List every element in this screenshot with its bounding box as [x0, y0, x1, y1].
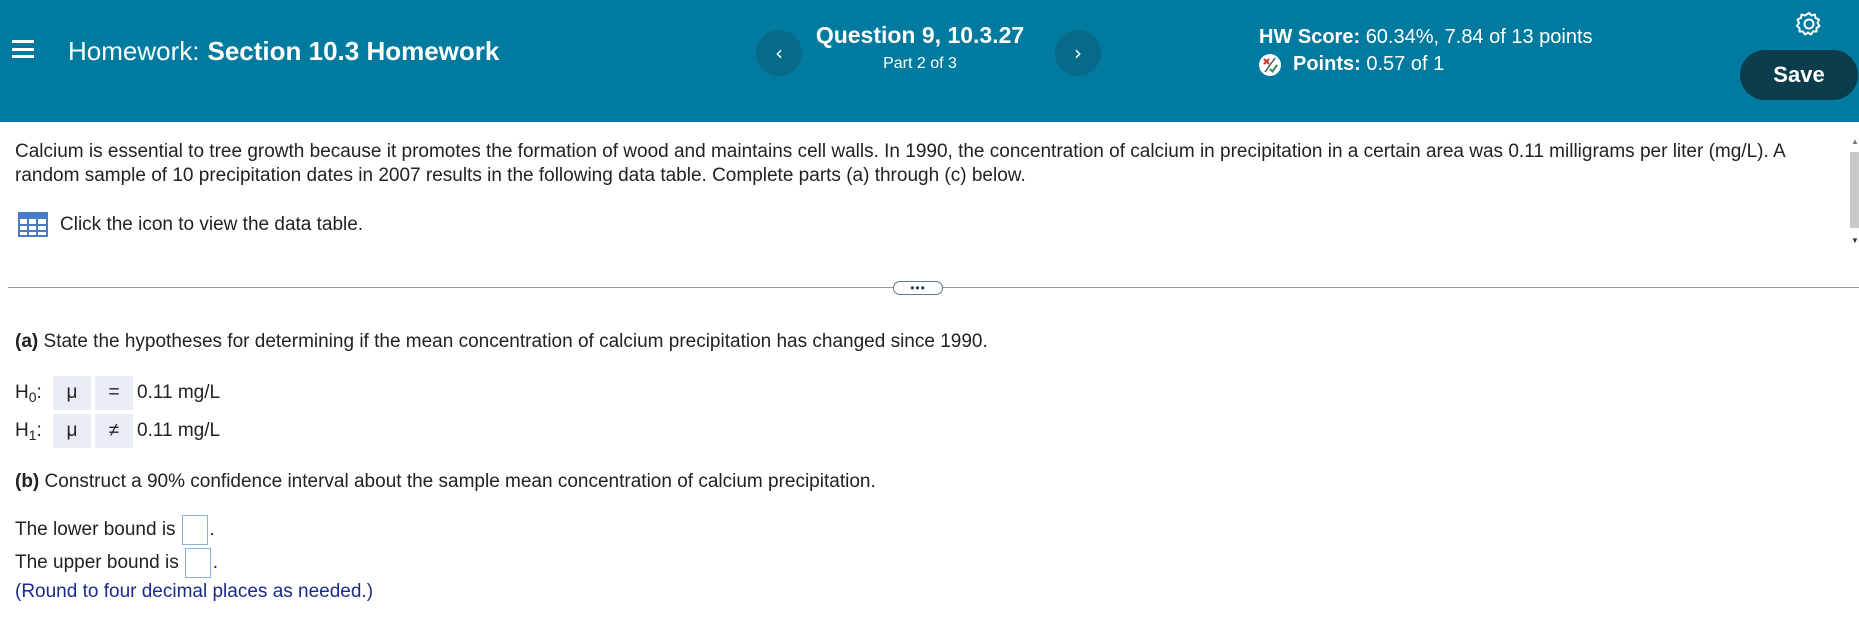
upper-bound-row: The upper bound is .	[15, 548, 218, 578]
points-summary: Points: 0.57 of 1	[1259, 53, 1444, 76]
hw-score-value: 60.34%, 7.84 of 13 points	[1365, 26, 1593, 48]
previous-question-button[interactable]: ‹	[756, 30, 802, 76]
partial-credit-icon	[1259, 53, 1281, 76]
data-table-link-text[interactable]: Click the icon to view the data table.	[60, 214, 363, 236]
question-title: Question 9, 10.3.27	[815, 22, 1025, 48]
null-hypothesis-value: 0.11 mg/L	[137, 382, 221, 403]
homework-name: Section 10.3 Homework	[207, 36, 500, 66]
part-b-text: Construct a 90% confidence interval abou…	[44, 471, 876, 492]
question-part: Part 2 of 3	[883, 55, 957, 72]
hw-score: HW Score: 60.34%, 7.84 of 13 points	[1259, 26, 1593, 49]
chevron-right-icon: ›	[1074, 41, 1082, 65]
alternative-hypothesis-parameter[interactable]: μ	[53, 414, 91, 448]
points-value: 0.57 of 1	[1366, 53, 1445, 75]
scroll-up-icon[interactable]: ▲	[1851, 137, 1859, 146]
save-button[interactable]: Save	[1740, 50, 1858, 100]
alternative-hypothesis-operator[interactable]: ≠	[95, 414, 133, 448]
upper-bound-label: The upper bound is	[15, 552, 179, 573]
null-hypothesis-parameter[interactable]: μ	[53, 376, 91, 410]
next-question-button[interactable]: ›	[1055, 30, 1101, 76]
homework-prefix: Homework:	[68, 36, 200, 66]
hw-score-label: HW Score:	[1259, 26, 1361, 48]
alternative-hypothesis-label: H1:	[15, 419, 42, 443]
part-a-prompt: (a) State the hypotheses for determining…	[15, 331, 988, 353]
part-b-prompt: (b) Construct a 90% confidence interval …	[15, 471, 876, 493]
data-table-link[interactable]: Click the icon to view the data table.	[18, 212, 363, 237]
points-label: Points:	[1293, 53, 1361, 75]
lower-bound-row: The lower bound is .	[15, 515, 215, 545]
part-a-text: State the hypotheses for determining if …	[43, 331, 988, 352]
null-hypothesis-row: H0: μ = 0.11 mg/L	[15, 376, 220, 410]
null-hypothesis-label: H0:	[15, 381, 42, 405]
chevron-left-icon: ‹	[775, 41, 783, 65]
rounding-instruction: (Round to four decimal places as needed.…	[15, 581, 374, 602]
lower-bound-label: The lower bound is	[15, 519, 176, 540]
data-table-icon[interactable]	[18, 212, 48, 237]
top-header: Homework: Section 10.3 Homework ‹ Questio…	[0, 0, 1859, 122]
part-b-label: (b)	[15, 471, 40, 492]
scrollbar-thumb[interactable]	[1850, 152, 1859, 228]
homework-title: Homework: Section 10.3 Homework	[68, 36, 499, 67]
lower-bound-input[interactable]	[181, 515, 208, 545]
alternative-hypothesis-row: H1: μ ≠ 0.11 mg/L	[15, 414, 220, 448]
alternative-hypothesis-value: 0.11 mg/L	[137, 420, 221, 441]
scroll-down-icon[interactable]: ▼	[1851, 236, 1859, 245]
gear-icon[interactable]	[1795, 10, 1823, 38]
hamburger-menu-icon[interactable]	[12, 38, 34, 60]
expand-more-button[interactable]: •••	[893, 281, 943, 295]
upper-bound-input[interactable]	[184, 548, 211, 578]
part-a-label: (a)	[15, 331, 39, 352]
null-hypothesis-operator[interactable]: =	[95, 376, 133, 410]
problem-statement: Calcium is essential to tree growth beca…	[15, 141, 1785, 186]
